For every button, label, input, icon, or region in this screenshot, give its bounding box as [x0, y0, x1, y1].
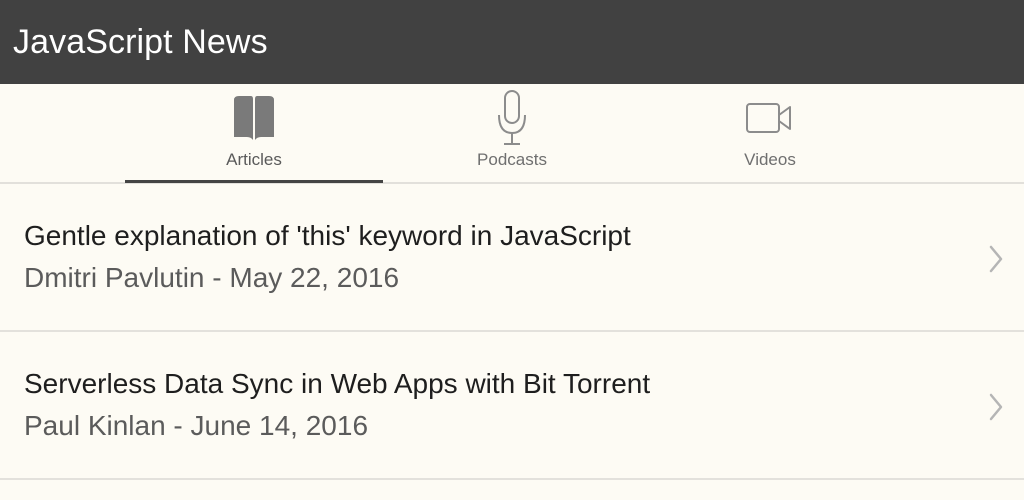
tab-podcasts-label: Podcasts [477, 150, 547, 169]
chevron-right-icon [988, 392, 1004, 422]
article-title: Serverless Data Sync in Web Apps with Bi… [24, 368, 651, 399]
tab-bar: Articles Podcasts Videos [0, 84, 1024, 184]
video-camera-icon [740, 92, 800, 144]
chevron-right-icon [988, 244, 1004, 274]
article-title: Gentle explanation of 'this' keyword in … [24, 220, 631, 251]
app-title: JavaScript News [13, 22, 268, 61]
book-icon [224, 92, 284, 144]
tab-videos[interactable]: Videos [641, 84, 899, 182]
tab-podcasts[interactable]: Podcasts [383, 84, 641, 182]
article-meta: Dmitri Pavlutin - May 22, 2016 [24, 262, 400, 293]
tab-articles[interactable]: Articles [125, 84, 383, 182]
list-item[interactable]: Gentle explanation of 'this' keyword in … [0, 184, 1024, 332]
tab-articles-label: Articles [226, 150, 282, 169]
article-list: Gentle explanation of 'this' keyword in … [0, 184, 1024, 480]
list-item[interactable]: Serverless Data Sync in Web Apps with Bi… [0, 332, 1024, 480]
article-meta: Paul Kinlan - June 14, 2016 [24, 410, 369, 441]
microphone-icon [482, 90, 542, 145]
app-root: JavaScript News Articles Podcasts Videos… [0, 0, 1024, 500]
tab-videos-label: Videos [744, 150, 796, 169]
app-bar: JavaScript News [0, 0, 1024, 84]
active-tab-indicator [125, 180, 383, 183]
